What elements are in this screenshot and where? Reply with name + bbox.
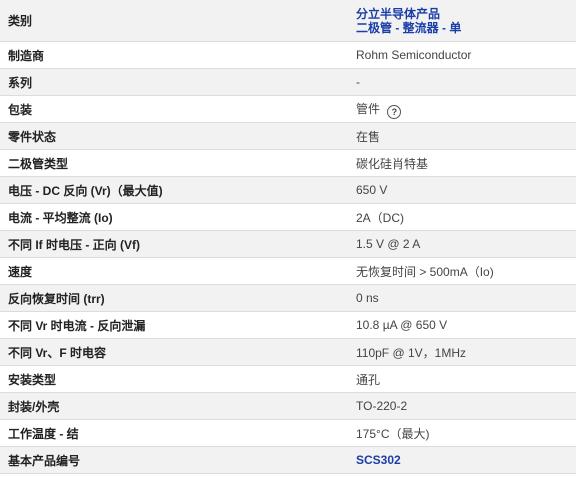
spec-row-current-avg-rectified: 电流 - 平均整流 (Io) 2A（DC): [0, 203, 576, 231]
spec-label: 不同 If 时电压 - 正向 (Vf): [0, 230, 332, 258]
spec-value: 0 ns: [332, 284, 576, 312]
spec-value: 110pF @ 1V，1MHz: [332, 338, 576, 366]
spec-value: 175°C（最大): [332, 419, 576, 447]
spec-row-reverse-recovery-time: 反向恢复时间 (trr) 0 ns: [0, 284, 576, 312]
spec-value: 650 V: [332, 176, 576, 204]
category-link-rectifiers[interactable]: 二极管 - 整流器 - 单: [356, 21, 568, 35]
spec-label: 基本产品编号: [0, 446, 332, 474]
help-circle-icon[interactable]: ?: [387, 104, 402, 119]
spec-row-base-product-number: 基本产品编号 SCS302: [0, 446, 576, 474]
spec-value: SCS302: [332, 446, 576, 474]
spec-label: 反向恢复时间 (trr): [0, 284, 332, 312]
spec-row-manufacturer: 制造商 Rohm Semiconductor: [0, 41, 576, 69]
spec-label: 电流 - 平均整流 (Io): [0, 203, 332, 231]
spec-row-package-case: 封装/外壳 TO-220-2: [0, 392, 576, 420]
spec-label: 工作温度 - 结: [0, 419, 332, 447]
spec-row-category: 类别 分立半导体产品 二极管 - 整流器 - 单: [0, 0, 576, 42]
spec-row-part-status: 零件状态 在售: [0, 122, 576, 150]
spec-label: 制造商: [0, 41, 332, 69]
spec-label: 封装/外壳: [0, 392, 332, 420]
spec-label: 零件状态: [0, 122, 332, 150]
spec-value: Rohm Semiconductor: [332, 41, 576, 69]
spec-label: 类别: [0, 0, 332, 42]
category-link-discrete[interactable]: 分立半导体产品: [356, 7, 568, 21]
spec-label: 电压 - DC 反向 (Vr)（最大值): [0, 176, 332, 204]
spec-row-diode-type: 二极管类型 碳化硅肖特基: [0, 149, 576, 177]
spec-value: 1.5 V @ 2 A: [332, 230, 576, 258]
spec-value: TO-220-2: [332, 392, 576, 420]
spec-value: 10.8 µA @ 650 V: [332, 311, 576, 339]
spec-row-voltage-forward: 不同 If 时电压 - 正向 (Vf) 1.5 V @ 2 A: [0, 230, 576, 258]
spec-row-capacitance: 不同 Vr、F 时电容 110pF @ 1V，1MHz: [0, 338, 576, 366]
packaging-value: 管件: [356, 101, 381, 116]
spec-value: -: [332, 68, 576, 96]
spec-table: 类别 分立半导体产品 二极管 - 整流器 - 单 制造商 Rohm Semico…: [0, 0, 576, 474]
spec-row-speed: 速度 无恢复时间 > 500mA（Io): [0, 257, 576, 285]
spec-value: 管件 ?: [332, 95, 576, 123]
spec-row-operating-temperature: 工作温度 - 结 175°C（最大): [0, 419, 576, 447]
spec-label: 速度: [0, 257, 332, 285]
spec-label: 系列: [0, 68, 332, 96]
spec-value: 无恢复时间 > 500mA（Io): [332, 257, 576, 285]
spec-label: 不同 Vr、F 时电容: [0, 338, 332, 366]
spec-label: 二极管类型: [0, 149, 332, 177]
spec-label: 不同 Vr 时电流 - 反向泄漏: [0, 311, 332, 339]
spec-label: 包装: [0, 95, 332, 123]
spec-value: 碳化硅肖特基: [332, 149, 576, 177]
spec-row-series: 系列 -: [0, 68, 576, 96]
spec-value: 在售: [332, 122, 576, 150]
base-product-number-link[interactable]: SCS302: [356, 453, 401, 467]
spec-row-mounting-type: 安装类型 通孔: [0, 365, 576, 393]
spec-row-voltage-dc-reverse: 电压 - DC 反向 (Vr)（最大值) 650 V: [0, 176, 576, 204]
spec-value: 2A（DC): [332, 203, 576, 231]
spec-value: 分立半导体产品 二极管 - 整流器 - 单: [332, 0, 576, 42]
spec-row-reverse-leakage: 不同 Vr 时电流 - 反向泄漏 10.8 µA @ 650 V: [0, 311, 576, 339]
spec-value: 通孔: [332, 365, 576, 393]
spec-row-packaging: 包装 管件 ?: [0, 95, 576, 123]
spec-label: 安装类型: [0, 365, 332, 393]
